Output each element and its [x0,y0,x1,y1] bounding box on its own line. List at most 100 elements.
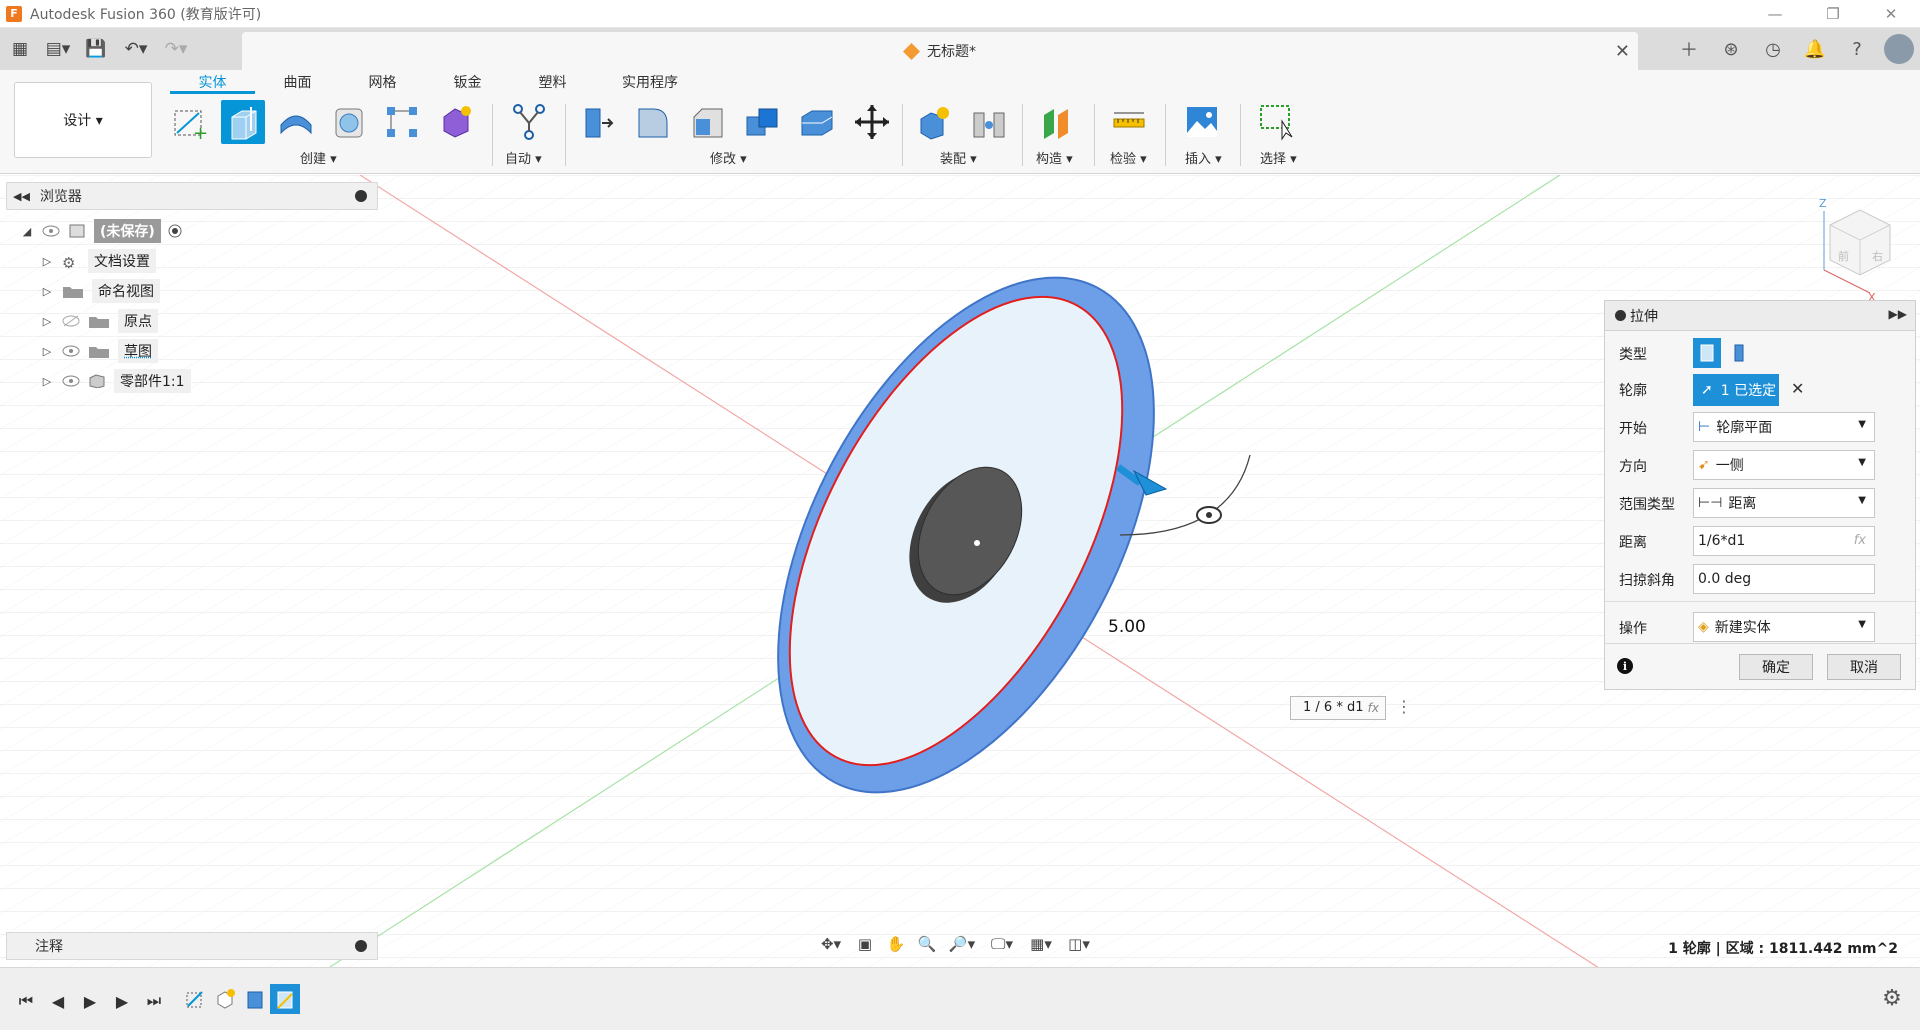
taper-angle-field[interactable]: 0.0 deg [1693,564,1875,594]
fx-icon[interactable]: fx [1854,533,1866,548]
document-tab[interactable]: 无标题* ✕ [242,32,1638,70]
collapse-dialog-icon[interactable] [1615,310,1626,321]
sweep-icon[interactable] [327,100,371,144]
timeline-sketch-icon[interactable] [180,984,210,1014]
timeline-extrude-icon[interactable] [240,984,270,1014]
pattern-icon[interactable] [380,100,424,144]
start-select[interactable]: ⊢ 轮廓平面 ▼ [1693,412,1875,442]
angle-manipulator[interactable] [1196,506,1222,524]
browser-item-document-settings[interactable]: ▷ ⚙ 文档设置 [40,246,191,276]
inspect-group-label[interactable]: 检验 ▾ [1110,148,1147,167]
shell-icon[interactable] [740,100,784,144]
operation-select[interactable]: ◈ 新建实体 ▼ [1693,612,1875,642]
eye-icon[interactable] [62,345,80,357]
save-icon[interactable]: 💾 [76,28,116,70]
press-pull-icon[interactable] [575,100,619,144]
browser-item-body[interactable]: ▷ 零部件1:1 [40,366,191,396]
tab-sheet-metal[interactable]: 钣金 [425,72,510,94]
automate-group-label[interactable]: 自动 ▾ [505,148,542,167]
move-copy-icon[interactable] [850,100,894,144]
measure-icon[interactable] [1107,100,1151,144]
distance-field[interactable]: 1/6*d1 fx [1693,526,1875,556]
tab-plastic[interactable]: 塑料 [510,72,595,94]
job-status-icon[interactable]: ◷ [1752,28,1794,70]
activate-radio-icon[interactable] [167,223,183,239]
create-form-icon[interactable] [433,100,477,144]
new-tab-icon[interactable]: ＋ [1668,28,1710,70]
step-back-icon[interactable]: ◀ [42,990,74,1012]
extent-type-select[interactable]: ⊢⊣ 距离 ▼ [1693,488,1875,518]
look-at-icon[interactable]: ▣ [850,930,880,958]
distance-input[interactable]: 1 / 6 * d1 fx [1290,696,1386,720]
timeline-component-icon[interactable] [210,984,240,1014]
more-options-icon[interactable]: ⋮ [1396,697,1412,716]
expand-icon[interactable]: ▷ [40,375,54,388]
orbit-icon[interactable]: ✥▾ [812,930,850,958]
select-icon[interactable] [1255,100,1299,144]
viewports-icon[interactable]: ◫▾ [1060,930,1098,958]
pan-icon[interactable]: ✋ [880,930,912,958]
notifications-icon[interactable]: 🔔 [1794,28,1836,70]
browser-item-named-views[interactable]: ▷ 命名视图 [40,276,191,306]
file-menu-icon[interactable]: ▤▾ [40,28,76,70]
expand-dialog-icon[interactable]: ▶▶ [1889,307,1907,321]
browser-item-origin[interactable]: ▷ 原点 [40,306,191,336]
browser-root-item[interactable]: ◢ (未保存) [20,216,191,246]
close-tab-icon[interactable]: ✕ [1615,41,1630,62]
minimize-panel-icon[interactable] [355,190,367,202]
redo-icon[interactable]: ↷▾ [156,28,196,70]
revolve-icon[interactable] [274,100,318,144]
minimize-button[interactable]: — [1746,0,1804,28]
play-icon[interactable]: ▶ [74,990,106,1012]
extensions-icon[interactable]: ⊛ [1710,28,1752,70]
insert-image-icon[interactable] [1180,100,1224,144]
eye-icon[interactable] [62,375,80,387]
workspace-switcher[interactable]: 设计 ▾ [14,82,152,158]
eye-icon[interactable] [42,225,60,237]
collapse-panel-icon[interactable]: ◀◀ [13,190,30,203]
grid-settings-icon[interactable]: ▦▾ [1022,930,1060,958]
tab-utilities[interactable]: 实用程序 [595,72,705,94]
modify-group-label[interactable]: 修改 ▾ [710,148,747,167]
extrude-thin-type-button[interactable] [1725,338,1753,368]
go-to-end-icon[interactable]: ⏭ [138,990,170,1012]
offset-plane-icon[interactable] [1035,100,1079,144]
automate-icon[interactable] [507,100,551,144]
zoom-icon[interactable]: 🔍 [912,930,942,958]
expand-icon[interactable]: ▷ [40,345,54,358]
expand-icon[interactable]: ▷ [40,285,54,298]
construct-group-label[interactable]: 构造 ▾ [1036,148,1073,167]
combine-icon[interactable] [795,100,839,144]
tab-surface[interactable]: 曲面 [255,72,340,94]
eye-hidden-icon[interactable] [62,315,80,327]
tab-mesh[interactable]: 网格 [340,72,425,94]
joint-icon[interactable] [967,100,1011,144]
expand-icon[interactable]: ◢ [20,225,34,238]
app-grid-icon[interactable]: ▦ [0,28,40,70]
display-settings-icon[interactable]: 🖵▾ [982,930,1022,958]
add-comment-icon[interactable] [355,940,367,952]
expand-icon[interactable]: ▷ [40,315,54,328]
info-icon[interactable]: i [1617,658,1633,674]
profile-selection-button[interactable]: ➚ 1 已选定 [1693,374,1779,406]
clear-selection-icon[interactable]: ✕ [1791,379,1804,398]
extrude-dialog-header[interactable]: 拉伸 ▶▶ [1605,301,1915,331]
user-avatar[interactable] [1884,34,1914,64]
comments-panel-header[interactable]: 注释 [6,932,378,960]
create-sketch-icon[interactable]: + [168,100,212,144]
assemble-group-label[interactable]: 装配 ▾ [940,148,977,167]
direction-select[interactable]: ➹ 一侧 ▼ [1693,450,1875,480]
extrude-icon[interactable] [221,100,265,144]
create-group-label[interactable]: 创建 ▾ [300,148,337,167]
tab-solid[interactable]: 实体 [170,72,255,94]
expand-icon[interactable]: ▷ [40,255,54,268]
browser-panel-header[interactable]: ◀◀ 浏览器 [6,182,378,210]
chamfer-icon[interactable] [685,100,729,144]
close-window-button[interactable]: ✕ [1862,0,1920,28]
fillet-icon[interactable] [630,100,674,144]
timeline-settings-gear-icon[interactable]: ⚙ [1880,986,1904,1011]
extrude-solid-type-button[interactable] [1693,338,1721,368]
fit-icon[interactable]: 🔎▾ [942,930,982,958]
fx-icon[interactable]: fx [1368,697,1379,719]
go-to-start-icon[interactable]: ⏮ [10,990,42,1012]
